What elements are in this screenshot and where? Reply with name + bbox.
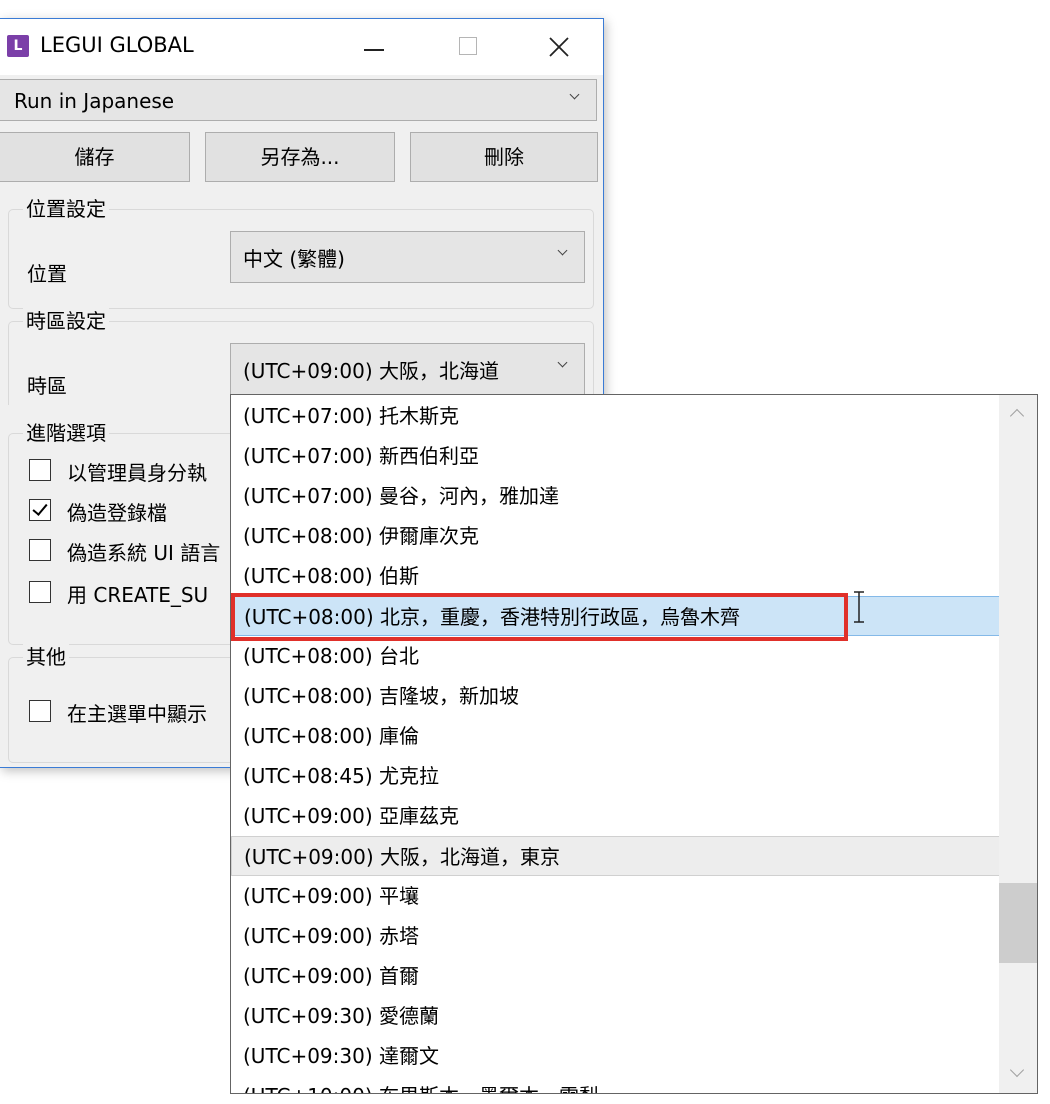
timezone-dropdown-list[interactable]: (UTC+07:00) 托木斯克 (UTC+07:00) 新西伯利亞 (UTC+07… (230, 394, 1038, 1094)
timezone-option[interactable]: (UTC+08:00) 台北 (231, 636, 1001, 676)
timezone-settings-group: 時區設定 時區 (UTC+09:00) 大阪，北海道 (8, 305, 594, 405)
timezone-label: 時區 (27, 374, 67, 398)
scrollbar-thumb[interactable] (999, 883, 1037, 963)
timezone-option[interactable]: (UTC+09:00) 首爾 (231, 956, 1001, 996)
option-label: 在主選單中顯示 (67, 702, 207, 726)
minimize-button[interactable] (350, 27, 396, 67)
location-label: 位置 (27, 262, 67, 286)
delete-button[interactable]: 刪除 (410, 132, 598, 182)
timezone-combo[interactable]: (UTC+09:00) 大阪，北海道 (230, 343, 585, 395)
timezone-option[interactable]: (UTC+07:00) 新西伯利亞 (231, 436, 1001, 476)
option-label: 偽造系統 UI 語言 (67, 541, 221, 565)
option-label: 偽造登錄檔 (67, 501, 167, 525)
chevron-down-icon (557, 245, 568, 256)
timezone-option[interactable]: (UTC+07:00) 托木斯克 (231, 396, 1001, 436)
timezone-combo-value: (UTC+09:00) 大阪，北海道 (243, 359, 500, 383)
timezone-option[interactable]: (UTC+08:00) 吉隆坡，新加坡 (231, 676, 1001, 716)
other-group-title: 其他 (23, 641, 69, 673)
timezone-option[interactable]: (UTC+09:00) 赤塔 (231, 916, 1001, 956)
close-icon (549, 37, 569, 57)
text-cursor-icon (854, 591, 864, 623)
timezone-option[interactable]: (UTC+09:30) 愛德蘭 (231, 996, 1001, 1036)
title-bar[interactable]: L LEGUI GLOBAL (0, 19, 603, 75)
timezone-option[interactable]: (UTC+09:00) 平壤 (231, 876, 1001, 916)
timezone-option[interactable]: (UTC+08:00) 庫倫 (231, 716, 1001, 756)
option-label: 以管理員身分執 (67, 461, 207, 485)
save-button[interactable]: 儲存 (0, 132, 190, 182)
location-combo[interactable]: 中文 (繁體) (230, 231, 585, 283)
checkbox[interactable] (29, 459, 51, 481)
option-label: 用 CREATE_SU (67, 583, 209, 607)
timezone-option[interactable]: (UTC+08:00) 伊爾庫次克 (231, 516, 1001, 556)
checkbox[interactable] (29, 700, 51, 722)
chevron-down-icon (569, 89, 580, 100)
app-icon: L (7, 35, 29, 57)
profile-select[interactable]: Run in Japanese (0, 79, 597, 121)
window-title: LEGUI GLOBAL (40, 33, 194, 57)
save-as-button[interactable]: 另存為... (205, 132, 395, 182)
timezone-group-title: 時區設定 (23, 305, 109, 337)
scrollbar[interactable] (999, 395, 1037, 1093)
timezone-option[interactable]: (UTC+08:00) 北京，重慶，香港特別行政區，烏魯木齊 (231, 596, 1001, 636)
checkbox[interactable] (29, 539, 51, 561)
chevron-down-icon (557, 357, 568, 368)
advanced-group-title: 進階選項 (23, 417, 109, 449)
profile-select-value: Run in Japanese (14, 89, 175, 113)
timezone-option[interactable]: (UTC+10:00) 布里斯本，墨爾本，雪梨 (231, 1076, 1001, 1093)
checkbox[interactable] (29, 581, 51, 603)
location-group-title: 位置設定 (23, 193, 109, 225)
timezone-option[interactable]: (UTC+07:00) 曼谷，河內，雅加達 (231, 476, 1001, 516)
scroll-up-icon[interactable] (1009, 408, 1025, 424)
location-settings-group: 位置設定 位置 中文 (繁體) (8, 193, 594, 309)
close-button[interactable] (536, 27, 582, 67)
timezone-option[interactable]: (UTC+08:00) 伯斯 (231, 556, 1001, 596)
timezone-option[interactable]: (UTC+09:30) 達爾文 (231, 1036, 1001, 1076)
scroll-down-icon[interactable] (1009, 1062, 1025, 1078)
timezone-option[interactable]: (UTC+09:00) 大阪，北海道，東京 (231, 836, 1001, 876)
maximize-button[interactable] (444, 27, 490, 67)
timezone-option[interactable]: (UTC+09:00) 亞庫茲克 (231, 796, 1001, 836)
timezone-option[interactable]: (UTC+08:45) 尤克拉 (231, 756, 1001, 796)
location-combo-value: 中文 (繁體) (243, 247, 345, 271)
checkbox-checked[interactable] (29, 499, 51, 521)
